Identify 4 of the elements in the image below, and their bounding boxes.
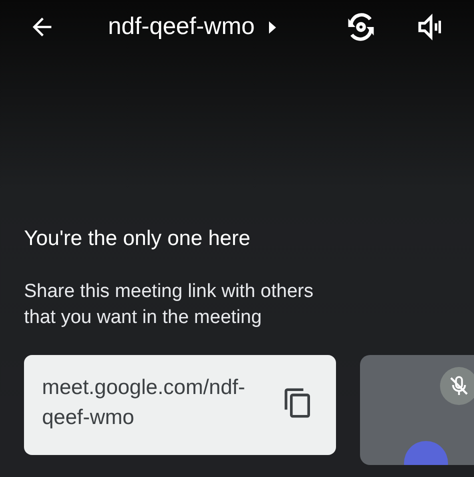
caret-icon <box>268 20 276 34</box>
message-heading: You're the only one here <box>24 226 252 252</box>
message-body: Share this meeting link with others that you want in the meeting <box>24 280 314 330</box>
meeting-code-button[interactable]: ndf-qeef-wmo <box>108 13 255 41</box>
